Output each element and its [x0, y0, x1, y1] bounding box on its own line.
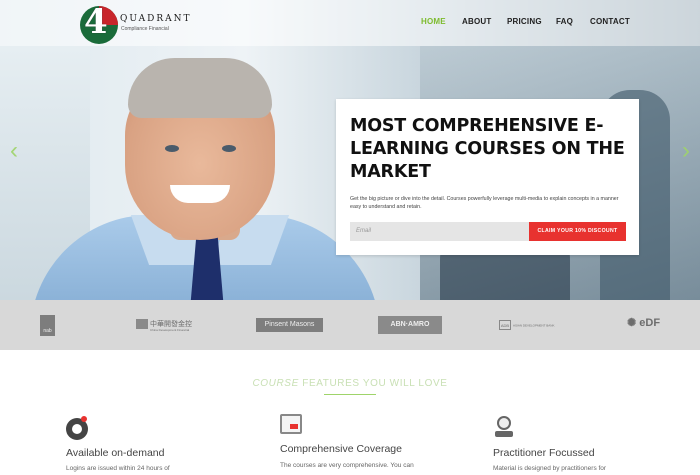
hero-person-image [20, 40, 380, 300]
partner-logo-pinsent-masons: Pinsent Masons [256, 318, 323, 332]
feature-title: Comprehensive Coverage [280, 443, 402, 455]
cdib-mark-icon [136, 319, 148, 330]
slider-prev-arrow-icon[interactable]: ‹ [6, 138, 22, 164]
partner-logo-edf: ✺ eDF [627, 317, 661, 329]
slider-next-arrow-icon[interactable]: › [678, 138, 694, 164]
person-smile [170, 185, 230, 203]
discount-form: Email CLAIM YOUR 10% DISCOUNT [350, 222, 626, 241]
person-eye-right [222, 145, 236, 152]
feature-title: Available on-demand [66, 447, 165, 459]
features-heading: COURSE FEATURES YOU WILL LOVE [0, 378, 700, 389]
partner-logo-abn-amro: ABN·AMRO [378, 316, 442, 334]
hero-title: MOST COMPREHENSIVE E-LEARNING COURSES ON… [350, 116, 625, 182]
hero-description: Get the big picture or dive into the det… [350, 196, 619, 210]
cdib-name: 中華開發金控 [150, 321, 192, 328]
nav-home[interactable]: HOME [421, 17, 446, 26]
person-hair [128, 58, 272, 118]
features-heading-underline [324, 394, 376, 395]
adb-name: ASIAN DEVELOPMENT BANK [513, 323, 555, 328]
cdib-subtitle: China Development Financial [150, 328, 190, 333]
page: ‹ › MOST COMPREHENSIVE E-LEARNING COURSE… [0, 0, 700, 475]
person-eye-left [165, 145, 179, 152]
feature-text: The courses are very comprehensive. You … [280, 462, 414, 469]
feature-text: Logins are issued within 24 hours of [66, 465, 170, 472]
webcam-icon [493, 416, 515, 438]
hero-card: MOST COMPREHENSIVE E-LEARNING COURSES ON… [336, 99, 639, 255]
feature-title: Practitioner Focussed [493, 447, 595, 459]
partner-logo-adb: ADB ASIAN DEVELOPMENT BANK [499, 320, 569, 342]
claim-discount-button[interactable]: CLAIM YOUR 10% DISCOUNT [529, 222, 626, 241]
site-header: 4 QUADRANT Compliance Financial HOME ABO… [0, 0, 700, 46]
notification-dot-icon [81, 416, 87, 422]
monitor-icon [280, 414, 302, 434]
nav-about[interactable]: ABOUT [462, 17, 491, 26]
features-heading-highlight: COURSE [252, 378, 299, 389]
nav-contact[interactable]: CONTACT [590, 17, 630, 26]
partner-logo-cdib: 中華開發金控 China Development Financial [136, 319, 206, 341]
main-nav: HOME ABOUT PRICING FAQ CONTACT [0, 17, 700, 31]
features-heading-rest: FEATURES YOU WILL LOVE [298, 378, 448, 389]
adb-mark: ADB [499, 320, 511, 330]
nav-faq[interactable]: FAQ [556, 17, 573, 26]
email-input[interactable]: Email [350, 222, 530, 241]
partner-logo-nab: nab [40, 315, 55, 336]
partner-logos-strip: nab 中華開發金控 China Development Financial P… [0, 300, 700, 350]
edf-name: eDF [639, 317, 661, 329]
nav-pricing[interactable]: PRICING [507, 17, 542, 26]
feature-text: Material is designed by practitioners fo… [493, 465, 607, 472]
